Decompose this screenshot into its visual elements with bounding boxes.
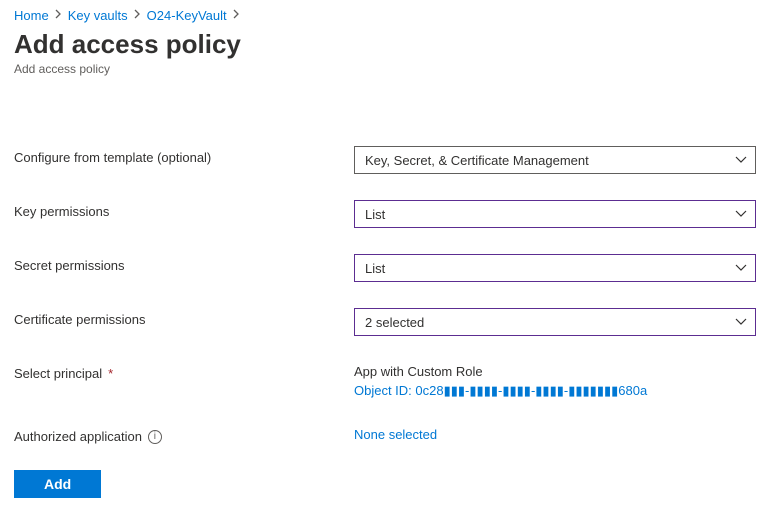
add-button[interactable]: Add [14, 470, 101, 498]
page-subtitle: Add access policy [14, 62, 756, 76]
required-indicator: * [108, 366, 113, 381]
breadcrumb-home[interactable]: Home [14, 8, 49, 23]
breadcrumb-keyvaults[interactable]: Key vaults [68, 8, 128, 23]
key-permissions-value: List [365, 207, 385, 222]
secret-permissions-label: Secret permissions [14, 254, 354, 273]
configure-template-label: Configure from template (optional) [14, 146, 354, 165]
principal-name: App with Custom Role [354, 364, 756, 379]
chevron-right-icon [134, 9, 141, 22]
breadcrumb-vault[interactable]: O24-KeyVault [147, 8, 227, 23]
secret-permissions-dropdown[interactable]: List [354, 254, 756, 282]
principal-object-id: Object ID: 0c28▮▮▮-▮▮▮▮-▮▮▮▮-▮▮▮▮-▮▮▮▮▮▮… [354, 383, 756, 399]
configure-template-value: Key, Secret, & Certificate Management [365, 153, 589, 168]
secret-permissions-value: List [365, 261, 385, 276]
chevron-down-icon [735, 264, 747, 272]
key-permissions-label: Key permissions [14, 200, 354, 219]
certificate-permissions-dropdown[interactable]: 2 selected [354, 308, 756, 336]
page-title: Add access policy [14, 29, 756, 60]
key-permissions-dropdown[interactable]: List [354, 200, 756, 228]
authorized-application-link[interactable]: None selected [354, 425, 756, 442]
chevron-down-icon [735, 210, 747, 218]
info-icon[interactable]: i [148, 430, 162, 444]
chevron-right-icon [233, 9, 240, 22]
breadcrumb: Home Key vaults O24-KeyVault [14, 8, 756, 23]
certificate-permissions-value: 2 selected [365, 315, 424, 330]
select-principal-label: Select principal * [14, 362, 354, 381]
authorized-application-label: Authorized application i [14, 425, 354, 444]
certificate-permissions-label: Certificate permissions [14, 308, 354, 327]
configure-template-dropdown[interactable]: Key, Secret, & Certificate Management [354, 146, 756, 174]
chevron-down-icon [735, 318, 747, 326]
chevron-down-icon [735, 156, 747, 164]
chevron-right-icon [55, 9, 62, 22]
selected-principal[interactable]: App with Custom Role Object ID: 0c28▮▮▮-… [354, 362, 756, 399]
